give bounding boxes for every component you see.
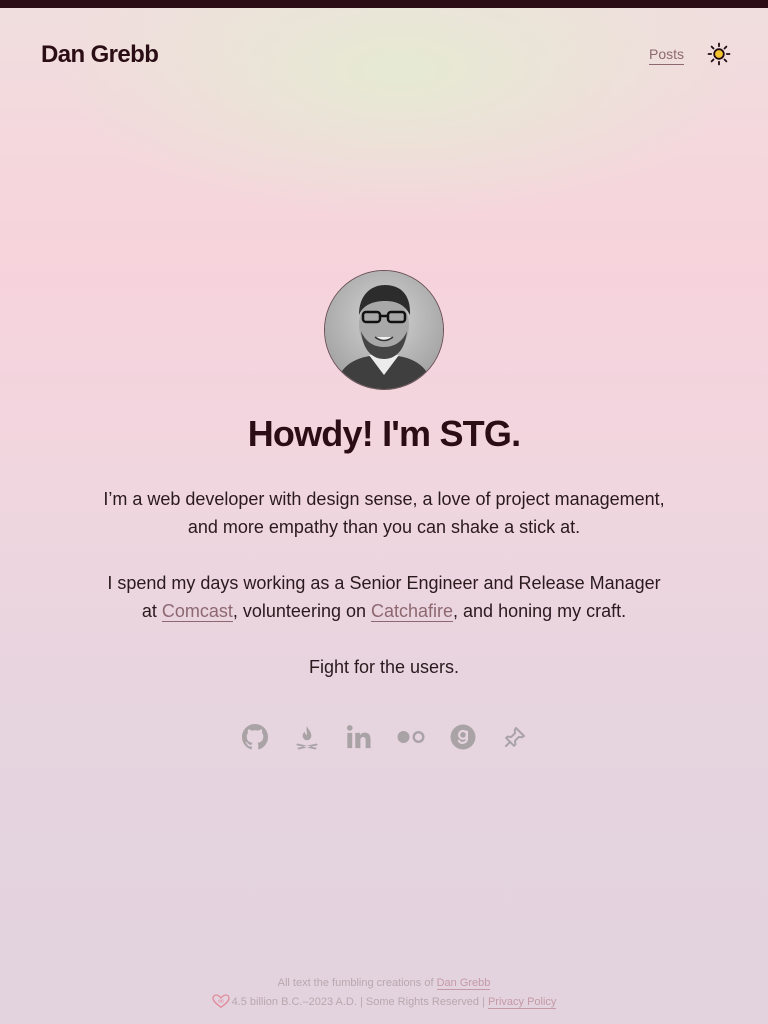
site-title[interactable]: Dan Grebb [41,41,159,69]
pinboard-link[interactable] [489,719,541,755]
footer-line-1: All text the fumbling creations of Dan G… [0,974,768,993]
work-at: at [141,601,162,621]
svg-text:cc: cc [218,998,224,1004]
footer-copyright-text: 4.5 billion B.C.–2023 A.D. | Some Rights… [231,996,488,1008]
intro-line-2: and more empathy than you can shake a st… [187,517,581,537]
privacy-policy-link[interactable]: Privacy Policy [487,996,557,1009]
comcast-link[interactable]: Comcast [161,601,233,622]
nav-posts-link[interactable]: Posts [649,46,685,65]
linkedin-link[interactable] [333,719,385,755]
pinboard-icon [505,727,525,747]
campfire-icon [296,726,318,750]
footer-line-2: cc 4.5 billion B.C.–2023 A.D. | Some Rig… [0,993,768,1012]
work-line-1: I spend my days working as a Senior Engi… [107,573,661,593]
intro-paragraph: I’m a web developer with design sense, a… [84,485,684,541]
sun-icon [707,42,731,66]
social-links [229,719,541,755]
footer-author-link[interactable]: Dan Grebb [436,977,491,990]
catchafire-link[interactable]: Catchafire [370,601,454,622]
avatar [324,270,444,390]
linkedin-icon [346,725,371,749]
flickr-link[interactable] [385,719,437,755]
site-footer: All text the fumbling creations of Dan G… [0,974,768,1012]
avatar-photo-icon [325,271,443,389]
goodreads-icon [450,724,476,750]
work-paragraph: I spend my days working as a Senior Engi… [84,569,684,625]
hero-title: Howdy! I'm STG. [247,413,521,454]
work-mid: , volunteering on [232,601,371,621]
site-header: Dan Grebb Posts [0,8,768,100]
creative-commons-heart-icon: cc [211,994,230,1008]
github-link[interactable] [229,719,281,755]
footer-credit-text: All text the fumbling creations of [277,977,437,989]
top-accent-bar [0,0,768,8]
github-icon [242,724,268,750]
flickr-icon [397,730,425,744]
theme-toggle-button[interactable] [705,40,733,68]
motto: Fight for the users. [308,657,460,677]
work-end: , and honing my craft. [453,601,627,621]
intro-line-1: I’m a web developer with design sense, a… [103,489,665,509]
goodreads-link[interactable] [437,719,489,755]
campfire-link[interactable] [281,719,333,755]
